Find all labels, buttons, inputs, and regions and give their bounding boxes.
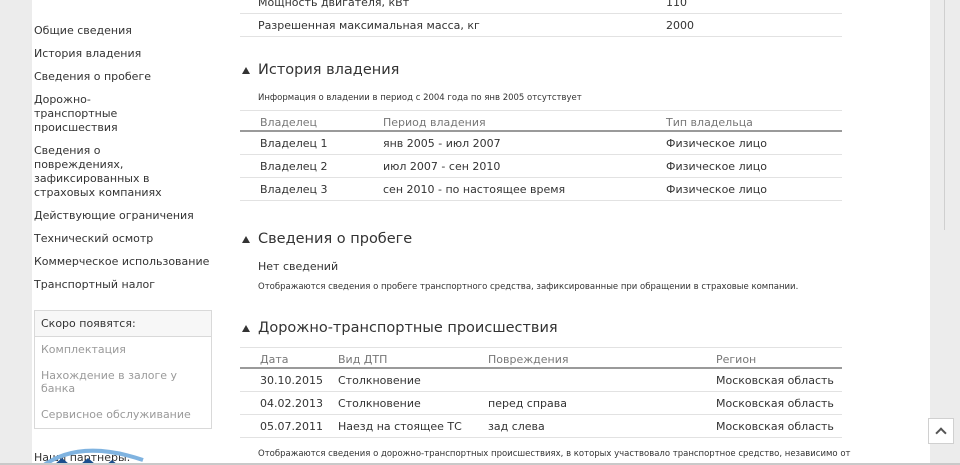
column-header: Владелец	[260, 116, 317, 129]
column-header: Дата	[260, 353, 289, 366]
coming-item-pledge: Нахождение в залоге у банка	[41, 369, 178, 395]
sidebar-item-commercial[interactable]: Коммерческое использование	[34, 255, 214, 269]
general-key: Разрешенная максимальная масса, кг	[258, 19, 480, 32]
table-cell: Столкновение	[338, 374, 421, 387]
coming-soon-box: Скоро появятся: Комплектация Нахождение …	[34, 310, 212, 429]
table-header: Дата Вид ДТП Повреждения Регион	[240, 347, 842, 369]
section-title: Сведения о пробеге	[258, 231, 413, 247]
coming-soon-title: Скоро появятся:	[35, 311, 211, 337]
column-header: Период владения	[383, 116, 486, 129]
section-mileage-header[interactable]: Сведения о пробеге	[240, 231, 842, 253]
sidebar-item-mileage[interactable]: Сведения о пробеге	[34, 70, 214, 84]
general-row-mass: Разрешенная максимальная масса, кг 2000	[240, 15, 842, 37]
column-header: Тип владельца	[666, 116, 753, 129]
table-cell: Столкновение	[338, 397, 421, 410]
column-header: Повреждения	[488, 353, 569, 366]
table-row: Владелец 3 сен 2010 - по настоящее время…	[240, 178, 842, 201]
table-cell: янв 2005 - июл 2007	[383, 137, 501, 150]
sidebar-item-tax[interactable]: Транспортный налог	[34, 278, 214, 292]
table-cell: Физическое лицо	[666, 137, 767, 150]
triangle-up-icon[interactable]	[242, 325, 250, 332]
table-cell: Физическое лицо	[666, 183, 767, 196]
mileage-status: Нет сведений	[258, 260, 339, 273]
table-row: 30.10.2015 Столкновение Московская облас…	[240, 369, 842, 392]
accidents-note: Отображаются сведения о дорожно-транспор…	[258, 449, 851, 459]
table-cell: 05.07.2011	[260, 420, 323, 433]
table-cell: Владелец 1	[260, 137, 328, 150]
table-row: 05.07.2011 Наезд на стоящее ТС зад слева…	[240, 415, 842, 438]
scroll-to-top-button[interactable]	[928, 418, 954, 444]
table-cell: Наезд на стоящее ТС	[338, 420, 462, 433]
triangle-up-icon[interactable]	[242, 236, 250, 243]
column-header: Регион	[716, 353, 757, 366]
section-accidents-header[interactable]: Дорожно-транспортные происшествия	[240, 320, 842, 342]
sidebar-item-ownership[interactable]: История владения	[34, 47, 214, 61]
table-cell: Московская область	[716, 397, 834, 410]
sidebar-item-inspection[interactable]: Технический осмотр	[34, 232, 214, 246]
general-key: Мощность двигателя, кВт	[258, 0, 410, 9]
table-header: Владелец Период владения Тип владельца	[240, 110, 842, 132]
ownership-table: Владелец Период владения Тип владельца В…	[240, 110, 842, 201]
sidebar-nav: Общие сведения История владения Сведения…	[34, 24, 214, 464]
coming-item-equipment: Комплектация	[41, 343, 126, 356]
table-cell: Московская область	[716, 374, 834, 387]
general-value: 110	[666, 0, 687, 9]
table-cell: июл 2007 - сен 2010	[383, 160, 501, 173]
table-row: Владелец 1 янв 2005 - июл 2007 Физическо…	[240, 132, 842, 155]
general-row-power: Мощность двигателя, кВт 110	[240, 0, 842, 14]
accidents-table: Дата Вид ДТП Повреждения Регион 30.10.20…	[240, 347, 842, 438]
general-value: 2000	[666, 19, 694, 32]
vertical-scrollbar[interactable]	[930, 0, 960, 465]
mileage-note: Отображаются сведения о пробеге транспор…	[258, 282, 799, 292]
scrollbar-track-line	[944, 0, 945, 230]
partner-logo[interactable]	[38, 440, 158, 465]
section-ownership-header[interactable]: История владения	[240, 62, 842, 84]
sidebar-item-general[interactable]: Общие сведения	[34, 24, 214, 38]
table-cell: зад слева	[488, 420, 545, 433]
table-cell: Московская область	[716, 420, 834, 433]
table-cell: 30.10.2015	[260, 374, 323, 387]
table-row: Владелец 2 июл 2007 - сен 2010 Физическо…	[240, 155, 842, 178]
section-title: История владения	[258, 62, 400, 78]
column-header: Вид ДТП	[338, 353, 388, 366]
chevron-up-icon	[935, 427, 947, 439]
table-cell: 04.02.2013	[260, 397, 323, 410]
section-title: Дорожно-транспортные происшествия	[258, 320, 558, 336]
triangle-up-icon[interactable]	[242, 67, 250, 74]
table-cell: перед справа	[488, 397, 567, 410]
sidebar-item-accidents[interactable]: Дорожно-транспортные происшествия	[34, 93, 164, 135]
table-row: 04.02.2013 Столкновение перед справа Мос…	[240, 392, 842, 415]
table-cell: Физическое лицо	[666, 160, 767, 173]
table-cell: Владелец 2	[260, 160, 328, 173]
table-cell: сен 2010 - по настоящее время	[383, 183, 566, 196]
coming-item-service: Сервисное обслуживание	[41, 408, 191, 421]
sidebar-item-damages[interactable]: Сведения о повреждениях, зафиксированных…	[34, 144, 184, 200]
sidebar-item-restrictions[interactable]: Действующие ограничения	[34, 209, 214, 223]
ownership-note: Информация о владении в период с 2004 го…	[258, 93, 582, 103]
table-cell: Владелец 3	[260, 183, 328, 196]
